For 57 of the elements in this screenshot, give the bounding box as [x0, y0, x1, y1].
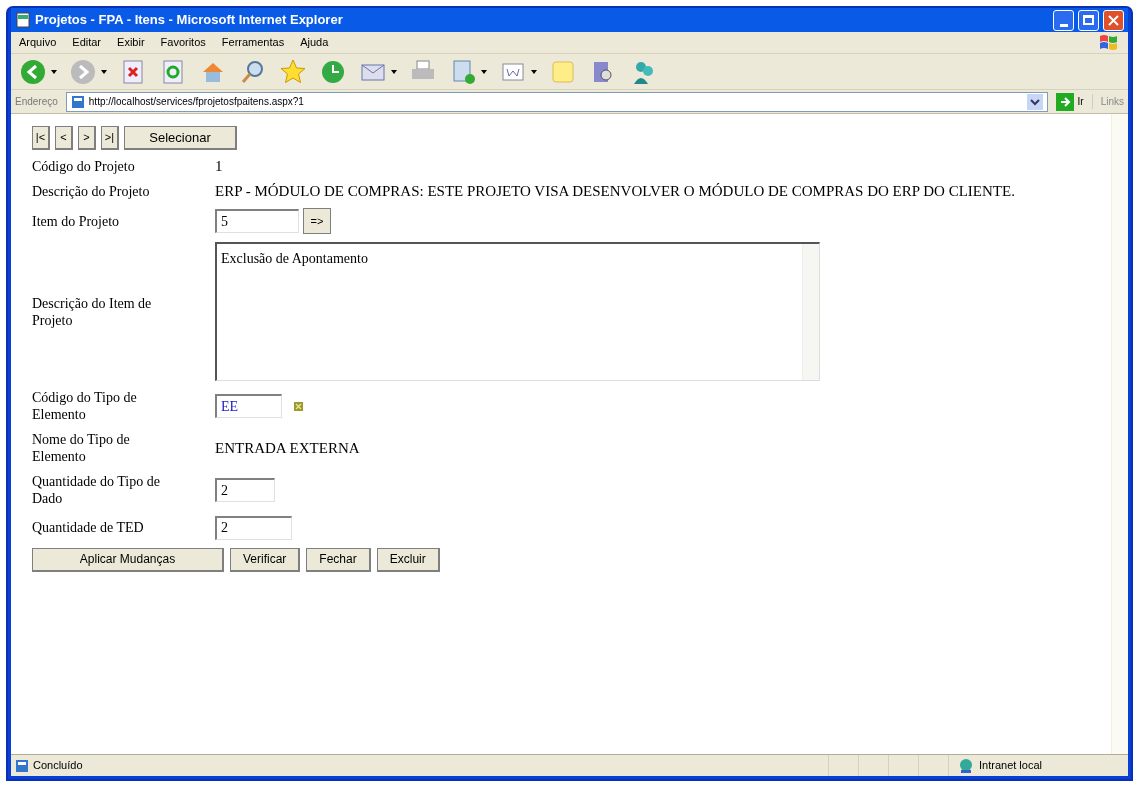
menu-item[interactable]: Arquivo — [19, 34, 57, 51]
caret-icon[interactable] — [531, 69, 537, 74]
browser-page-icon — [15, 12, 31, 28]
page-icon — [15, 758, 29, 773]
input-field[interactable]: 2 — [215, 515, 292, 540]
menu-item[interactable]: Exibir — [117, 34, 145, 51]
close-button[interactable] — [1103, 9, 1124, 31]
field-label: Descrição do Projeto — [32, 183, 151, 200]
field-label: Item do Projeto — [32, 212, 121, 230]
select-button[interactable]: Selecionar — [124, 126, 237, 150]
field-value: ERP - MÓDULO DE COMPRAS: ESTE PROJETO VISA DESENVOLVER O MÓDULO DE COMPRAS DO ERP DO CLIENTE. — [215, 183, 1016, 200]
zone-text: Intranet local — [979, 758, 1042, 774]
minimize-button[interactable] — [1053, 9, 1074, 31]
field-value: 1 — [215, 158, 224, 175]
lookup-icon[interactable] — [294, 401, 303, 411]
field-label: Nome do Tipo de Elemento — [32, 431, 131, 465]
pager-button[interactable]: < — [55, 126, 73, 150]
window-title: Projetos - FPA - Itens - Microsoft Internet Explorer — [35, 11, 344, 30]
action-button[interactable]: Verificar — [230, 547, 301, 572]
windows-logo-icon — [1098, 32, 1120, 53]
address-field[interactable]: http://localhost/services/fprojetosfpaitens.aspx?1 — [65, 91, 1048, 112]
pager-button[interactable]: > — [78, 126, 96, 150]
action-button[interactable]: Excluir — [376, 547, 440, 572]
field-label: Quantidade de TED — [32, 518, 145, 536]
address-label: Endereço — [15, 95, 59, 109]
caret-icon[interactable] — [481, 69, 487, 74]
pager-button[interactable]: |< — [32, 126, 50, 150]
scrollbar[interactable] — [802, 244, 819, 380]
caret-icon[interactable] — [101, 69, 107, 74]
close-icon — [1108, 14, 1119, 26]
dropdown-icon[interactable] — [1026, 93, 1043, 110]
caret-icon[interactable] — [391, 69, 397, 74]
field-label: Quantidade do Tipo de Dado — [32, 473, 161, 507]
input-field[interactable]: 5 — [215, 209, 299, 233]
menu-item[interactable]: Favoritos — [160, 34, 206, 51]
menu-item[interactable]: Editar — [72, 34, 102, 51]
text-area[interactable]: Exclusão de Apontamento — [215, 242, 820, 381]
page-scrollbar[interactable] — [1111, 114, 1128, 754]
field-label: Código do Tipo de Elemento — [32, 389, 138, 423]
go-button[interactable]: Ir — [1051, 92, 1088, 111]
field-label: Código do Projeto — [32, 158, 136, 175]
field-label: Descrição do Item de Projeto — [32, 294, 153, 329]
menu-item[interactable]: Ajuda — [300, 34, 329, 51]
field-value: ENTRADA EXTERNA — [215, 439, 361, 457]
star-icon[interactable] — [279, 57, 307, 86]
go-button[interactable]: => — [303, 208, 331, 234]
input-field[interactable]: 2 — [215, 478, 275, 503]
pager-button[interactable]: >| — [101, 126, 119, 150]
globe-icon — [957, 757, 975, 774]
action-button[interactable]: Fechar — [306, 547, 371, 572]
caret-icon[interactable] — [51, 69, 57, 74]
menu-item[interactable]: Ferramentas — [221, 34, 285, 51]
input-field[interactable]: EE — [215, 394, 282, 418]
action-button[interactable]: Aplicar Mudanças — [32, 547, 224, 572]
maximize-button[interactable] — [1078, 9, 1099, 31]
page-icon — [70, 94, 85, 109]
status-text: Concluído — [33, 758, 84, 774]
